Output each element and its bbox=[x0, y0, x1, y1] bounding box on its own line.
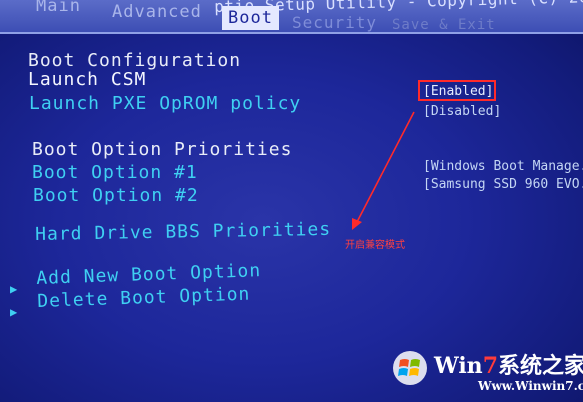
watermark-url: Www.Winwin7.com bbox=[478, 379, 583, 393]
annotation-label: 开启兼容模式 bbox=[345, 240, 405, 251]
watermark-brand-suffix: 系统之家 bbox=[498, 353, 583, 379]
watermark-brand-seven: 7 bbox=[482, 353, 498, 379]
bios-screen: Main Advanced ptio Setup Utility - Copyr… bbox=[0, 0, 583, 402]
annotation-arrow-icon bbox=[352, 111, 415, 230]
windows-logo-icon bbox=[393, 351, 427, 385]
watermark-brand-prefix: Win bbox=[434, 353, 483, 379]
watermark-brand: Win7系统之家 bbox=[434, 348, 583, 380]
